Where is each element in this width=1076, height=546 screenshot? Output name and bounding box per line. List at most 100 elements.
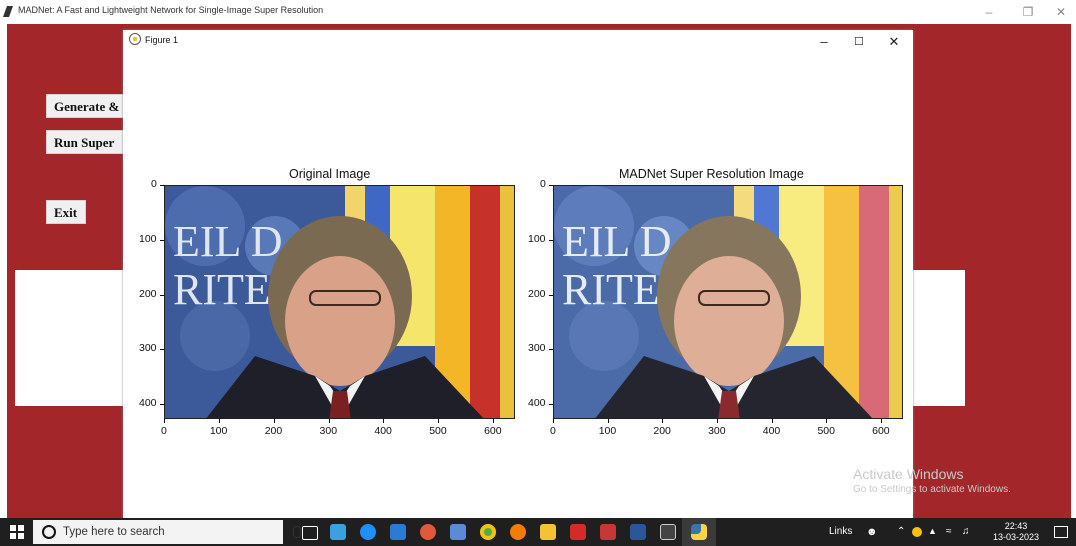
plot2-x-tick-label: 400	[762, 425, 781, 437]
clock-date: 13-03-2023	[992, 532, 1040, 542]
microphone-icon[interactable]	[293, 526, 301, 538]
matplotlib-icon	[129, 33, 141, 45]
svg-text:EIL D: EIL D	[562, 217, 672, 266]
show-hidden-icons-chevron[interactable]: ⌃	[897, 526, 905, 537]
plot1-x-tick-label: 0	[161, 425, 167, 437]
plot1-y-tick-label: 100	[139, 232, 157, 245]
exit-button[interactable]: Exit	[46, 200, 86, 224]
plot1-x-tick-label: 100	[209, 425, 228, 437]
plot1-y-tick-label: 400	[139, 397, 157, 410]
plot1-y-tick-label: 0	[151, 178, 157, 190]
plot1-y-tickmark	[160, 294, 164, 296]
links-toolbar[interactable]: Links	[829, 526, 852, 537]
plot1-x-tick-label: 600	[484, 425, 502, 437]
svg-text:RITE: RITE	[562, 265, 660, 314]
network-icon[interactable]: ▲	[928, 526, 937, 536]
plot2-x-tickmark	[771, 419, 773, 423]
app-icon-4[interactable]	[600, 524, 616, 540]
plot1-x-tickmark	[328, 419, 330, 423]
plot2-y-tick-label: 100	[528, 232, 546, 245]
activate-windows-hint: Go to Settings to activate Windows.	[853, 484, 1011, 495]
plot2-x-tickmark	[881, 419, 883, 423]
plot1-x-tickmark	[273, 419, 275, 423]
plot1-x-tickmark	[438, 419, 440, 423]
volume-icon[interactable]: ♫	[962, 526, 970, 537]
plot1-x-tickmark	[164, 419, 165, 423]
python-icon	[691, 524, 707, 540]
word-icon[interactable]	[630, 524, 646, 540]
plot2-y-tick-label: 200	[528, 287, 546, 300]
plot2-y-tickmark	[549, 294, 553, 296]
firefox-icon[interactable]	[510, 524, 526, 540]
plot2-y-tick-label: 400	[528, 397, 546, 410]
taskbar: Type here to search Links ☻ ⌃ ▲ ≈ ♫ 22:4…	[0, 518, 1076, 546]
plot1-title: Original Image	[289, 167, 371, 181]
plot1-y-tickmark	[160, 349, 164, 351]
plot2-x-tick-label: 200	[653, 425, 671, 437]
main-minimize-button[interactable]: –	[972, 0, 1006, 24]
windows-start-icon[interactable]	[10, 525, 24, 539]
main-restore-button[interactable]: ❐	[1011, 0, 1045, 24]
task-view-icon[interactable]	[302, 526, 318, 540]
plot2-y-tickmark	[549, 239, 553, 241]
people-icon[interactable]: ☻	[866, 526, 878, 538]
plot1-y-tickmark	[160, 185, 164, 186]
plot2-x-tickmark	[717, 419, 719, 423]
plot2-y-tickmark	[549, 349, 553, 351]
original-image-picture: EIL D RITE	[165, 186, 514, 418]
plot2-x-tick-label: 100	[598, 425, 617, 437]
edge-browser-icon[interactable]	[360, 524, 376, 540]
taskbar-search-box[interactable]: Type here to search	[33, 520, 301, 544]
plot2-title: MADNet Super Resolution Image	[619, 167, 804, 181]
plot2-x-tick-label: 0	[550, 425, 556, 437]
plot2-x-tick-label: 600	[872, 425, 890, 437]
figure-window: Figure 1 – ☐ ✕ Original Image EIL D RITE	[123, 30, 913, 518]
figure-maximize-button[interactable]: ☐	[841, 30, 877, 54]
plot1-y-tickmark	[160, 239, 164, 241]
plot2-x-tick-label: 500	[817, 425, 835, 437]
plot1-x-tick-label: 300	[319, 425, 338, 437]
wifi-icon[interactable]: ≈	[946, 526, 952, 537]
tray-app-icon[interactable]	[912, 527, 922, 537]
app-icon-2[interactable]	[420, 524, 436, 540]
main-close-button[interactable]: ✕	[1044, 0, 1076, 24]
plot1-x-tick-label: 500	[429, 425, 447, 437]
super-resolution-image-picture: EIL D RITE	[554, 186, 902, 418]
main-window-titlebar: MADNet: A Fast and Lightweight Network f…	[0, 0, 1076, 24]
plot1-y-tickmark	[160, 404, 164, 406]
chrome-icon[interactable]	[480, 524, 496, 540]
search-placeholder: Type here to search	[63, 526, 165, 538]
activate-windows-watermark: Activate Windows	[853, 466, 964, 482]
python-taskbar-active[interactable]	[682, 518, 716, 546]
plot1-y-tick-label: 200	[139, 287, 157, 300]
figure-title: Figure 1	[145, 35, 179, 45]
file-explorer-icon[interactable]	[540, 524, 556, 540]
plot2-x-tickmark	[826, 419, 828, 423]
plot1-x-tickmark	[493, 419, 495, 423]
acrobat-icon[interactable]	[570, 524, 586, 540]
original-image: EIL D RITE	[164, 185, 515, 419]
plot1-x-tickmark	[218, 419, 220, 423]
plot2-y-tickmark	[549, 185, 553, 186]
figure-close-button[interactable]: ✕	[876, 30, 912, 54]
plot2-x-tick-label: 300	[708, 425, 726, 437]
main-window-title: MADNet: A Fast and Lightweight Network f…	[18, 5, 324, 15]
app-feather-icon	[2, 6, 14, 17]
figure-titlebar: Figure 1 – ☐ ✕	[123, 30, 913, 54]
figure-minimize-button[interactable]: –	[806, 30, 842, 54]
plot1-y-tick-label: 300	[139, 342, 157, 355]
store-icon[interactable]	[390, 524, 406, 540]
plot1-x-tickmark	[383, 419, 385, 423]
app-icon-1[interactable]	[330, 524, 346, 540]
notifications-icon[interactable]	[1054, 526, 1068, 538]
plot2-y-tickmark	[549, 404, 553, 406]
terminal-icon[interactable]	[660, 524, 676, 540]
svg-text:EIL D: EIL D	[173, 217, 283, 266]
clock-time: 22:43	[1004, 521, 1028, 531]
taskbar-clock[interactable]: 22:43 13-03-2023	[990, 521, 1042, 543]
app-icon-3[interactable]	[450, 524, 466, 540]
cortana-circle-icon	[42, 525, 56, 539]
svg-text:RITE: RITE	[173, 265, 271, 314]
super-resolution-image: EIL D RITE	[553, 185, 903, 419]
plot2-y-tick-label: 300	[528, 342, 546, 355]
